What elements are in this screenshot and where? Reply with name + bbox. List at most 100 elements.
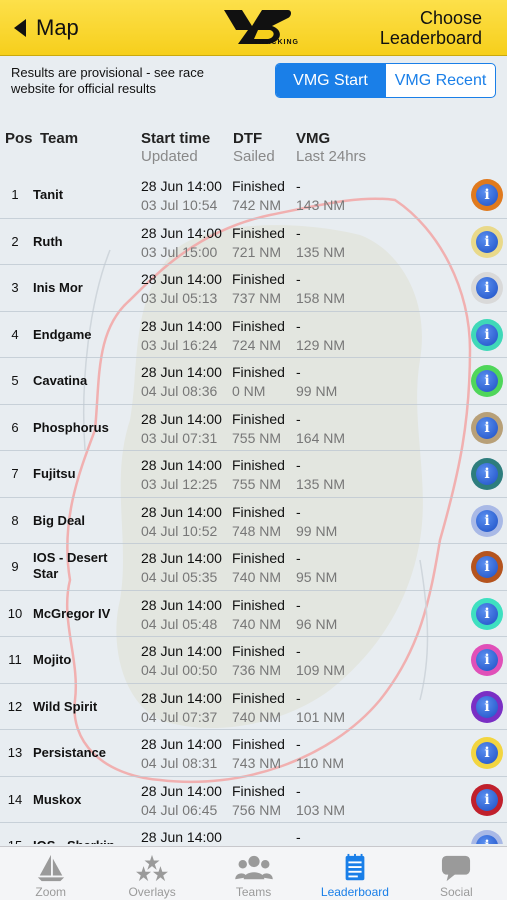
- row-updated-time: 03 Jul 10:54: [141, 197, 218, 213]
- row-vmg: -: [296, 224, 301, 241]
- row-vmg: -: [296, 364, 301, 380]
- leaderboard-row[interactable]: 2 Ruth 28 Jun 14:00 03 Jul 15:00 Finished 721…: [0, 219, 507, 265]
- leaderboard-row[interactable]: 3 Inis Mor 28 Jun 14:00 03 Jul 05:13 Finishe…: [0, 265, 507, 312]
- row-updated-time: 03 Jul 16:24: [141, 336, 218, 353]
- row-dtf: Finished: [232, 596, 285, 613]
- row-position: 9: [11, 559, 19, 574]
- tab-teams[interactable]: Teams: [203, 847, 304, 900]
- leaderboard-row[interactable]: 9 IOS - Desert Star 28 Jun 14:00 04 Jul 05:…: [0, 544, 507, 591]
- provisional-notice: Results are provisional - see race websi…: [11, 65, 204, 96]
- row-dtf: Finished: [232, 410, 285, 427]
- header-dtf[interactable]: DTF Sailed: [233, 130, 275, 166]
- row-start-time: 28 Jun 14:00: [141, 643, 222, 659]
- team-info-button[interactable]: i: [471, 690, 503, 723]
- info-icon: i: [476, 277, 498, 299]
- header-vmg-label: VMG: [296, 130, 331, 147]
- row-team-name: Wild Spirit: [33, 698, 98, 714]
- row-dtf: Finished: [232, 271, 285, 287]
- team-info-button[interactable]: i: [471, 504, 503, 537]
- team-info-button[interactable]: i: [471, 225, 503, 258]
- row-position: 4: [11, 326, 19, 342]
- leaderboard-row[interactable]: 1 Tanit 28 Jun 14:00 03 Jul 10:54 Finished 74…: [0, 172, 507, 219]
- row-last24: 99 NM: [296, 522, 338, 539]
- row-position: 2: [11, 233, 19, 249]
- row-start-time: 28 Jun 14:00: [141, 782, 222, 799]
- team-info-button[interactable]: i: [471, 551, 503, 583]
- team-info-button[interactable]: i: [471, 365, 503, 397]
- row-start-time: 28 Jun 14:00: [141, 736, 222, 752]
- row-dtf: Finished: [232, 782, 285, 799]
- team-info-button[interactable]: i: [471, 179, 503, 211]
- leaderboard-row[interactable]: 8 Big Deal 28 Jun 14:00 04 Jul 10:52 Finishe…: [0, 498, 507, 544]
- row-team-name: IOS - Desert Star: [33, 550, 108, 581]
- team-info-button[interactable]: i: [471, 597, 503, 630]
- row-vmg: -: [296, 782, 301, 799]
- row-position: 11: [8, 652, 22, 667]
- tab-social[interactable]: Social: [406, 847, 507, 900]
- leaderboard-row[interactable]: 4 Endgame 28 Jun 14:00 03 Jul 16:24 Finished…: [0, 312, 507, 358]
- header-pos[interactable]: Pos: [5, 130, 33, 148]
- row-last24: 109 NM: [296, 662, 346, 678]
- leaderboard-row[interactable]: 11 Mojito 28 Jun 14:00 04 Jul 00:50 Finished…: [0, 637, 507, 684]
- header-team[interactable]: Team: [40, 130, 78, 148]
- header-vmg[interactable]: VMG Last 24hrs: [296, 130, 366, 166]
- tab-zoom[interactable]: Zoom: [0, 847, 101, 900]
- row-updated-time: 04 Jul 05:48: [141, 615, 218, 632]
- choose-leaderboard-button[interactable]: Choose Leaderboard: [380, 8, 482, 48]
- row-team-name: Tanit: [33, 187, 64, 202]
- leaderboard-row[interactable]: 7 Fujitsu 28 Jun 14:00 03 Jul 12:25 Finished…: [0, 451, 507, 498]
- team-info-button[interactable]: i: [471, 318, 503, 351]
- row-vmg: -: [296, 457, 301, 473]
- tab-leaderboard[interactable]: Leaderboard: [304, 847, 405, 900]
- row-dtf: Finished: [232, 224, 285, 241]
- leaderboard-row[interactable]: 13 Persistance 28 Jun 14:00 04 Jul 08:31 Fin…: [0, 730, 507, 777]
- row-last24: 135 NM: [296, 476, 346, 492]
- row-start-time: 28 Jun 14:00: [141, 364, 222, 380]
- back-to-map-button[interactable]: Map: [14, 12, 79, 44]
- row-updated-time: 04 Jul 08:31: [141, 755, 218, 771]
- row-dtf: Finished: [232, 178, 285, 194]
- row-sailed: 0 NM: [232, 383, 266, 399]
- row-position: 7: [11, 466, 19, 481]
- tab-bar: Zoom Overlays Teams Leaderboard Social: [0, 846, 507, 900]
- row-last24: 164 NM: [296, 429, 346, 446]
- leaderboard-row[interactable]: 15 IOS - Sherkin 28 Jun 14:00 - i: [0, 823, 507, 844]
- row-last24: 96 NM: [296, 615, 338, 632]
- row-last24: 135 NM: [296, 243, 346, 260]
- team-info-button[interactable]: i: [471, 737, 503, 769]
- notepad-icon: [345, 853, 365, 881]
- row-updated-time: 03 Jul 07:31: [141, 429, 218, 446]
- leaderboard-row[interactable]: 6 Phosphorus 28 Jun 14:00 03 Jul 07:31 Finis…: [0, 405, 507, 451]
- leaderboard-row[interactable]: 12 Wild Spirit 28 Jun 14:00 04 Jul 07:37 Fin…: [0, 684, 507, 730]
- team-info-button[interactable]: i: [471, 830, 503, 844]
- vmg-start-segment[interactable]: VMG Start: [276, 64, 385, 97]
- row-sailed: 740 NM: [232, 569, 282, 585]
- vmg-recent-segment[interactable]: VMG Recent: [385, 64, 495, 97]
- row-vmg: -: [296, 503, 301, 520]
- row-vmg: -: [296, 550, 301, 566]
- row-dtf: Finished: [232, 457, 285, 473]
- row-updated-time: 03 Jul 05:13: [141, 290, 218, 306]
- row-sailed: 740 NM: [232, 615, 282, 632]
- info-icon: i: [476, 463, 498, 485]
- leaderboard-row[interactable]: 14 Muskox 28 Jun 14:00 04 Jul 06:45 Finished…: [0, 777, 507, 823]
- team-info-button[interactable]: i: [471, 783, 503, 816]
- tab-overlays[interactable]: Overlays: [101, 847, 202, 900]
- row-team-name: Persistance: [33, 745, 106, 760]
- team-info-button[interactable]: i: [471, 458, 503, 490]
- team-info-button[interactable]: i: [471, 411, 503, 444]
- leaderboard-row[interactable]: 10 McGregor IV 28 Jun 14:00 04 Jul 05:48 Fin…: [0, 591, 507, 637]
- team-info-button[interactable]: i: [471, 272, 503, 304]
- row-last24: 158 NM: [296, 290, 346, 306]
- team-info-button[interactable]: i: [471, 644, 503, 676]
- row-start-time: 28 Jun 14:00: [141, 689, 222, 706]
- row-last24: 99 NM: [296, 383, 338, 399]
- header-start-time[interactable]: Start time Updated: [141, 130, 210, 166]
- row-start-time: 28 Jun 14:00: [141, 271, 222, 287]
- row-position: 6: [11, 419, 19, 435]
- row-position: 1: [11, 187, 19, 202]
- row-updated-time: 04 Jul 00:50: [141, 662, 218, 678]
- row-updated-time: 03 Jul 12:25: [141, 476, 218, 492]
- row-dtf: Finished: [232, 689, 285, 706]
- leaderboard-row[interactable]: 5 Cavatina 28 Jun 14:00 04 Jul 08:36 Finishe…: [0, 358, 507, 405]
